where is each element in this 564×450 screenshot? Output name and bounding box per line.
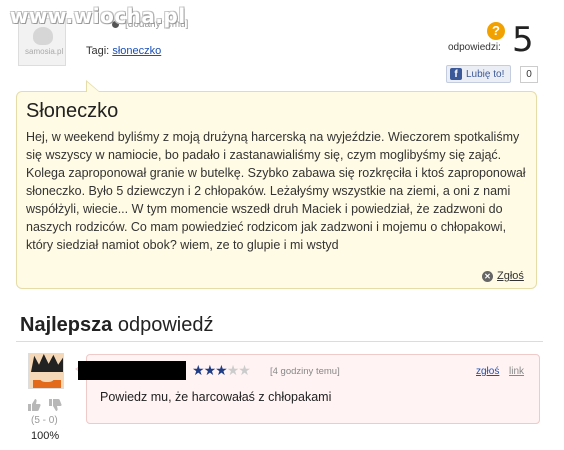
question-box-pointer-inner [87, 82, 99, 92]
thumbs-up-icon[interactable] [27, 398, 41, 412]
answer-text: Powiedz mu, że harcowałaś z chłopakami [100, 390, 332, 404]
question-title: Słoneczko [26, 100, 119, 122]
tags-label: Tagi: [86, 45, 110, 57]
divider [16, 341, 543, 342]
report-question[interactable]: ✕ Zgłoś [482, 270, 524, 282]
star-empty-icon[interactable]: ★ [238, 362, 251, 378]
question-mark-icon: ? [487, 22, 505, 40]
question-body: Hej, w weekend byliśmy z moją drużyną ha… [26, 130, 526, 252]
thumbs-down-icon[interactable] [48, 398, 62, 412]
report-question-link[interactable]: Zgłoś [497, 270, 524, 282]
avatar-logo-text: samosia.pl [25, 47, 64, 56]
avatar-hair [31, 354, 63, 372]
best-answer-heading-bold: Najlepsza [20, 314, 113, 336]
answer-permalink[interactable]: link [509, 366, 524, 377]
like-count: 0 [520, 66, 538, 83]
answers-label: odpowiedzi: [448, 42, 501, 53]
watermark: www.wiocha.pl [10, 4, 186, 28]
answerer-avatar[interactable] [28, 353, 64, 389]
facebook-like-button[interactable]: f Lubię to! [446, 65, 512, 83]
like-label: Lubię to! [466, 68, 505, 80]
best-answer-heading-rest: odpowiedź [112, 314, 214, 336]
answers-count: 5 [512, 20, 534, 60]
answer-time: [4 godziny temu] [270, 366, 340, 377]
report-answer-link[interactable]: zgłoś [476, 366, 499, 377]
avatar-logo-icon [33, 27, 53, 45]
close-circle-icon: ✕ [482, 270, 493, 282]
redacted-username [78, 361, 186, 380]
vote-percent: 100% [31, 430, 60, 442]
vote-count: (5 - 0) [31, 415, 58, 426]
tag-link[interactable]: słoneczko [112, 45, 161, 57]
star-filled-icon[interactable]: ★ [204, 362, 217, 378]
star-filled-icon[interactable]: ★ [192, 362, 205, 378]
star-filled-icon[interactable]: ★ [215, 362, 228, 378]
best-answer-heading: Najlepsza odpowiedź [20, 314, 213, 337]
tags: Tagi: słoneczko [86, 45, 161, 57]
star-rating: ★★★★★ [192, 362, 251, 379]
facebook-icon: f [450, 68, 462, 80]
star-empty-icon[interactable]: ★ [227, 362, 240, 378]
